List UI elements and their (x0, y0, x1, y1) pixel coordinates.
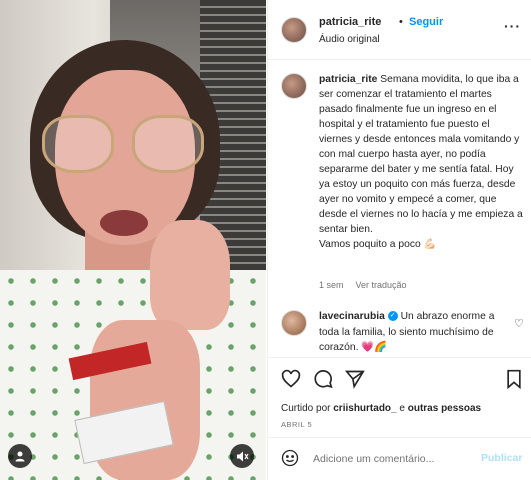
post-actions: Curtido por criishurtado_ e outras pesso… (268, 357, 531, 437)
person-mouth (100, 210, 148, 236)
comment-input[interactable] (313, 450, 473, 468)
commenter-username[interactable]: lavecinarubia (319, 311, 385, 322)
volume-muted-icon (236, 451, 249, 461)
glasses-left-lens (42, 115, 114, 173)
caption-age[interactable]: 1 sem (319, 280, 344, 290)
author-username[interactable]: patricia_rite (319, 16, 381, 28)
caption-text: Semana movidita, lo que iba a ser comenz… (319, 74, 523, 235)
glasses-right-lens (132, 115, 204, 173)
publish-button[interactable]: Publicar (481, 452, 522, 464)
post-media[interactable] (0, 0, 266, 480)
author-avatar[interactable] (281, 17, 307, 43)
mute-button[interactable] (230, 444, 254, 468)
liked-prefix: Curtido por (281, 403, 334, 414)
caption-text-2: Vamos poquito a poco 💪🏻 (319, 239, 437, 250)
comment-item: lavecinarubia ✓ Un abrazo enorme a toda … (319, 309, 509, 356)
user-icon (15, 451, 25, 462)
more-horizontal-icon[interactable]: ··· (504, 18, 521, 34)
liked-by-text: Curtido por criishurtado_ e outras pesso… (281, 403, 481, 414)
post-date[interactable]: ABRIL 5 (281, 420, 312, 429)
caption-author-avatar[interactable] (281, 73, 307, 99)
follow-button[interactable]: Seguir (409, 16, 443, 28)
see-translation-link[interactable]: Ver tradução (356, 280, 407, 290)
caption-username[interactable]: patricia_rite (319, 74, 377, 85)
post-side-panel: patricia_rite • Seguir Áudio original ··… (267, 0, 531, 480)
post-caption: patricia_rite Semana movidita, lo que ib… (319, 72, 525, 252)
save-bookmark-icon[interactable] (505, 369, 523, 394)
share-paper-plane-icon[interactable] (344, 369, 365, 394)
commenter-avatar[interactable] (281, 310, 307, 336)
caption-meta: 1 sem Ver tradução (319, 280, 407, 290)
liked-mid: e (396, 403, 408, 414)
comment-like-heart-icon[interactable]: ♡ (514, 317, 524, 330)
post-header: patricia_rite • Seguir Áudio original ··… (268, 0, 531, 60)
person-hand (150, 220, 230, 330)
tagged-users-button[interactable] (8, 444, 32, 468)
comment-bubble-icon[interactable] (313, 369, 333, 394)
liked-user[interactable]: criishurtado_ (333, 403, 396, 414)
audio-link[interactable]: Áudio original (319, 34, 380, 45)
like-heart-icon[interactable] (281, 369, 301, 394)
liked-others[interactable]: outras pessoas (408, 403, 481, 414)
verified-badge-icon: ✓ (387, 311, 398, 322)
add-comment-bar: Publicar (268, 437, 531, 480)
header-separator: • (399, 16, 403, 28)
emoji-icon[interactable] (281, 449, 299, 472)
